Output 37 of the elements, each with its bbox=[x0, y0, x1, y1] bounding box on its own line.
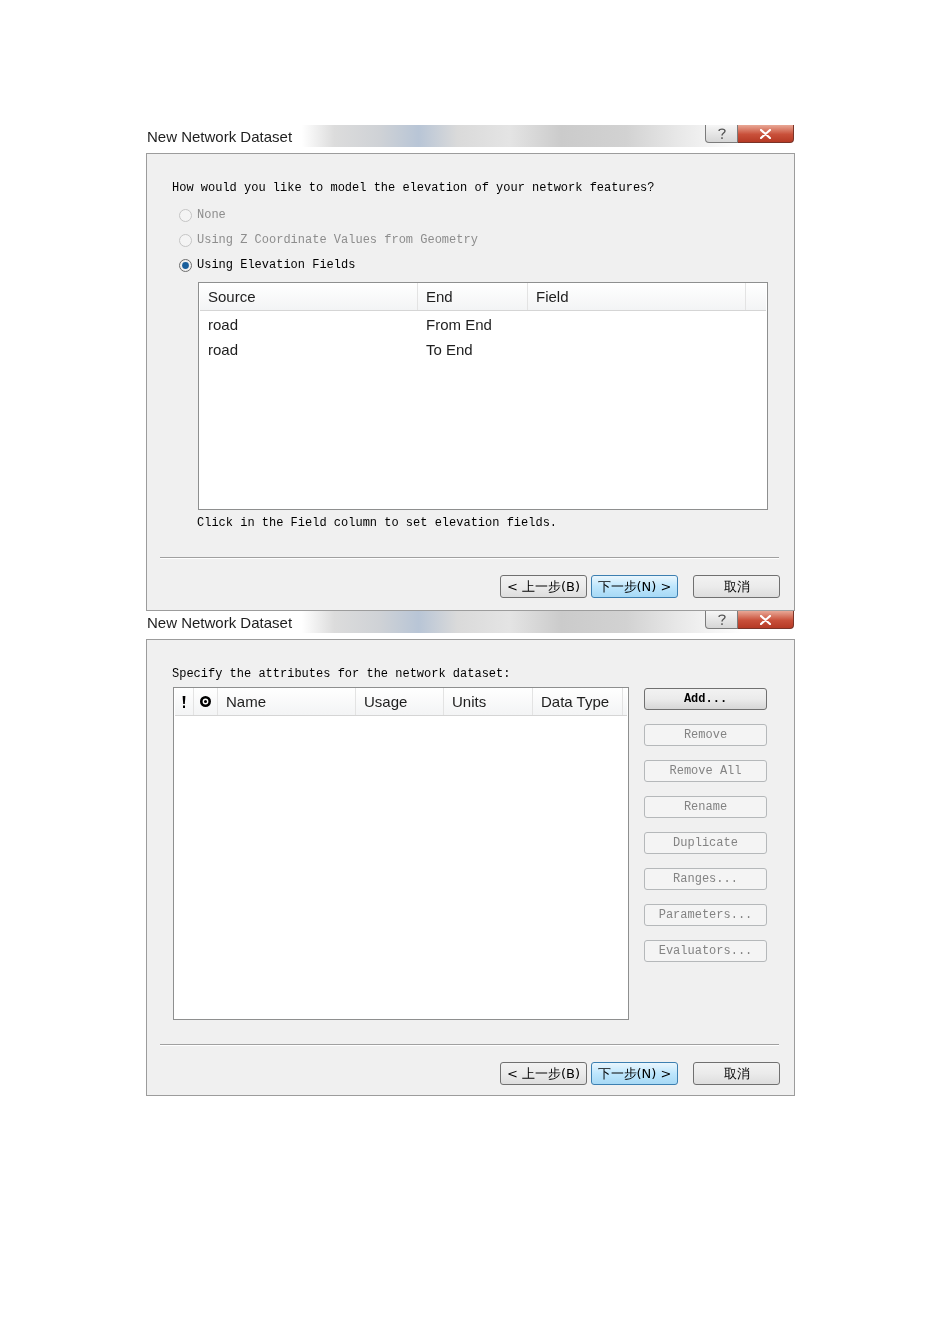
table-cell: road bbox=[208, 315, 239, 334]
action-button[interactable]: Add... bbox=[644, 688, 767, 710]
column-header[interactable]: Source bbox=[200, 283, 418, 310]
exclamation-icon bbox=[182, 695, 186, 708]
table-cell: From End bbox=[426, 315, 492, 334]
wizard-button[interactable]: 下一步(N) > bbox=[591, 575, 678, 598]
wizard-button[interactable]: < 上一步(B) bbox=[500, 575, 587, 598]
column-header[interactable]: Name bbox=[218, 688, 356, 715]
radio-button[interactable] bbox=[179, 258, 192, 272]
prompt-text: Specify the attributes for the network dataset: bbox=[172, 666, 511, 682]
wizard-button[interactable]: 取消 bbox=[693, 575, 780, 598]
option-label: None bbox=[197, 207, 226, 223]
wizard-button[interactable]: < 上一步(B) bbox=[500, 1062, 587, 1085]
help-icon bbox=[717, 613, 726, 626]
column-header[interactable]: Data Type bbox=[533, 688, 623, 715]
column-header[interactable]: Units bbox=[444, 688, 533, 715]
wizard-button[interactable]: 下一步(N) > bbox=[591, 1062, 678, 1085]
prompt-text: How would you like to model the elevation of your network features? bbox=[172, 180, 655, 196]
option-label: Using Elevation Fields bbox=[197, 257, 356, 273]
close-icon bbox=[760, 614, 771, 625]
column-header[interactable]: Field bbox=[528, 283, 746, 310]
column-header[interactable]: Usage bbox=[356, 688, 444, 715]
close-button[interactable] bbox=[738, 125, 794, 143]
wizard-button[interactable]: 取消 bbox=[693, 1062, 780, 1085]
close-button[interactable] bbox=[738, 611, 794, 629]
window-title: New Network Dataset bbox=[146, 127, 293, 146]
help-button[interactable] bbox=[705, 611, 738, 629]
table-cell: To End bbox=[426, 340, 473, 359]
window-title: New Network Dataset bbox=[146, 613, 293, 632]
option-label: Using Z Coordinate Values from Geometry bbox=[197, 232, 478, 248]
ring-icon bbox=[200, 696, 211, 707]
column-header[interactable]: End bbox=[418, 283, 528, 310]
close-icon bbox=[760, 128, 771, 139]
hint-text: Click in the Field column to set elevation fields. bbox=[197, 516, 558, 530]
help-button[interactable] bbox=[705, 125, 738, 143]
table-cell: road bbox=[208, 340, 239, 359]
help-icon bbox=[717, 127, 726, 140]
